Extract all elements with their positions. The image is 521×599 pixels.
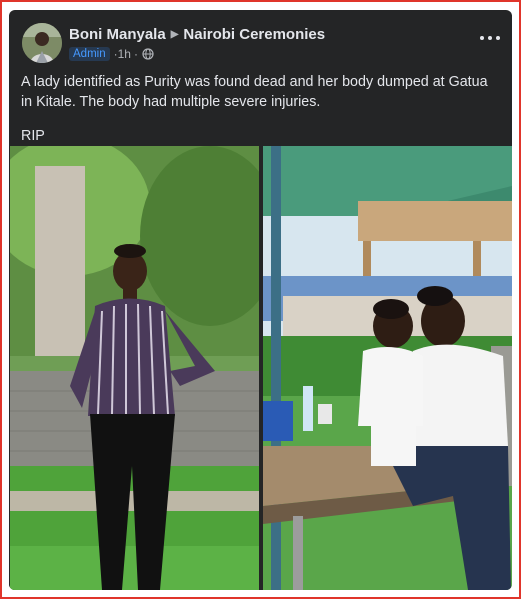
post-message: A lady identified as Purity was found de… — [21, 74, 488, 110]
photo-left[interactable] — [10, 146, 259, 590]
more-options-icon[interactable] — [480, 33, 500, 43]
photo-right[interactable] — [263, 146, 512, 590]
photo-grid — [9, 146, 512, 590]
group-name[interactable]: Nairobi Ceremonies — [183, 26, 325, 43]
post-meta: Admin · 1h · — [69, 45, 154, 63]
meta-separator-2: · — [133, 47, 138, 61]
screenshot-frame: Boni Manyala ▶ Nairobi Ceremonies Admin … — [0, 0, 521, 599]
author-name[interactable]: Boni Manyala — [69, 26, 166, 43]
post-header-title: Boni Manyala ▶ Nairobi Ceremonies — [69, 24, 325, 44]
post-footer-text: RIP — [21, 128, 45, 144]
post-time[interactable]: 1h — [118, 47, 131, 61]
admin-badge: Admin — [69, 47, 110, 61]
post-card: Boni Manyala ▶ Nairobi Ceremonies Admin … — [9, 10, 512, 590]
avatar[interactable] — [22, 23, 62, 63]
triangle-right-icon: ▶ — [170, 28, 179, 40]
globe-icon[interactable] — [142, 48, 154, 60]
